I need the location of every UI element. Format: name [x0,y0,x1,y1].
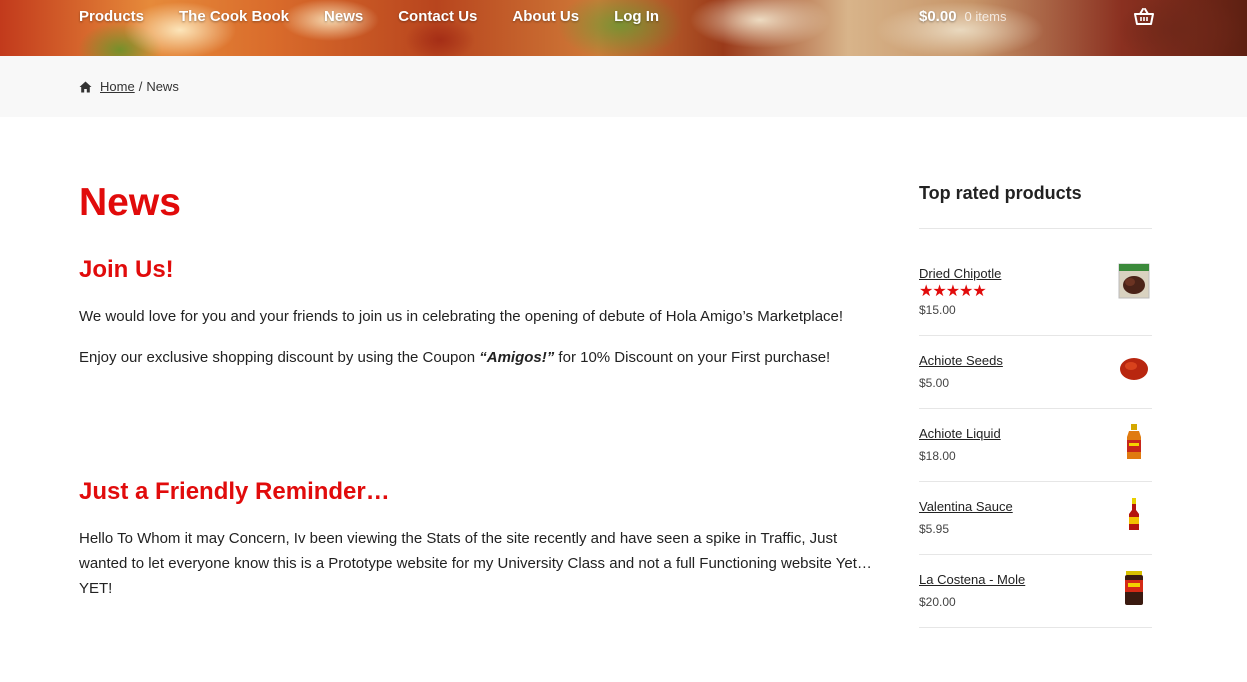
post-title-reminder[interactable]: Just a Friendly Reminder… [79,477,390,507]
product-price: $5.00 [919,376,950,390]
product-link[interactable]: Achiote Liquid [919,426,1001,441]
product-link[interactable]: La Costena - Mole [919,572,1025,587]
product-item: Dried Chipotle ★★★★★ $15.00 [919,229,1152,336]
cart-total: $0.00 [919,8,957,25]
cart-summary[interactable]: $0.00 0 items [919,8,1006,25]
widget-title: Top rated products [919,183,1082,203]
achiote-liquid-thumbnail[interactable] [1118,423,1150,461]
home-icon [79,81,92,92]
nav-item-news[interactable]: News [324,8,363,25]
breadcrumb-current: News [146,79,179,94]
post-paragraph-coupon: Enjoy our exclusive shopping discount by… [79,345,830,370]
breadcrumb-home-link[interactable]: Home [100,79,135,94]
product-price: $20.00 [919,595,956,609]
cart-item-count: 0 items [964,9,1007,24]
product-price: $15.00 [919,303,956,317]
basket-icon[interactable] [1134,8,1154,26]
post-paragraph: We would love for you and your friends t… [79,308,844,325]
page-title: News [79,181,181,224]
product-link[interactable]: Valentina Sauce [919,499,1013,514]
nav-item-log-in[interactable]: Log In [614,8,659,25]
post-paragraph-reminder: Hello To Whom it may Concern, Iv been vi… [79,530,872,597]
main-navigation: Products The Cook Book News Contact Us A… [79,8,694,25]
breadcrumb: Home / News [79,79,179,94]
product-price: $18.00 [919,449,956,463]
sidebar: Top rated products Dried Chipotle ★★★★★ … [919,180,1152,628]
product-item: Valentina Sauce $5.95 [919,482,1152,555]
breadcrumb-bar: Home / News [0,56,1247,117]
product-link[interactable]: Achiote Seeds [919,353,1003,368]
coupon-code: “Amigos!” [479,349,555,366]
la-costena-mole-thumbnail[interactable] [1118,569,1150,607]
dried-chipotle-thumbnail[interactable] [1118,262,1150,300]
product-item: Achiote Liquid $18.00 [919,409,1152,482]
star-rating: ★★★★★ [919,283,987,300]
product-price: $5.95 [919,522,950,536]
coupon-text-before: Enjoy our exclusive shopping discount by… [79,349,480,366]
nav-item-cook-book[interactable]: The Cook Book [179,8,289,25]
achiote-seeds-thumbnail[interactable] [1118,350,1150,388]
site-header: Products The Cook Book News Contact Us A… [0,0,1247,56]
product-item: La Costena - Mole $20.00 [919,555,1152,628]
nav-item-contact-us[interactable]: Contact Us [398,8,477,25]
breadcrumb-separator: / [138,79,143,94]
valentina-sauce-thumbnail[interactable] [1118,496,1150,534]
coupon-text-after: for 10% Discount on your First purchase! [554,349,831,366]
post-title-join-us[interactable]: Join Us! [79,255,174,285]
nav-item-products[interactable]: Products [79,8,144,25]
product-item: Achiote Seeds $5.00 [919,336,1152,409]
nav-item-about-us[interactable]: About Us [512,8,579,25]
product-link[interactable]: Dried Chipotle [919,266,1001,281]
main-content: News Join Us! We would love for you and … [79,180,879,597]
